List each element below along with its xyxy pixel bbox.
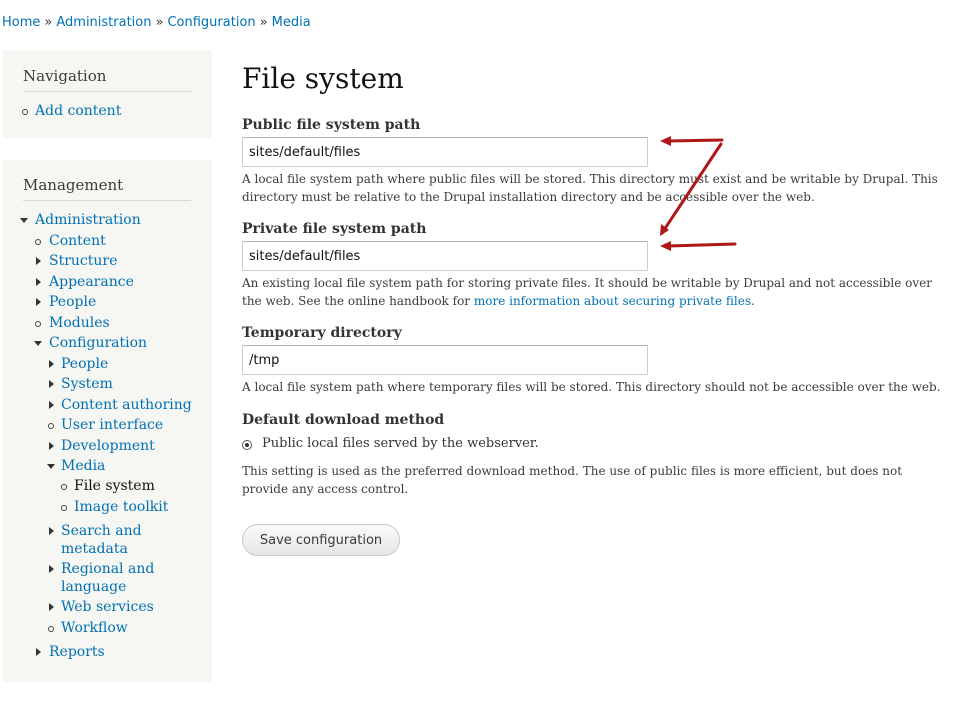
arrowhead-icon [660,241,671,251]
temp-dir-description: A local file system path where temporary… [242,380,941,394]
navigation-title: Navigation [23,50,191,92]
temp-dir-label: Temporary directory [242,325,402,341]
bullet-icon [48,626,54,632]
temp-dir-input[interactable] [242,345,648,375]
menu-item-label[interactable]: Web services [61,597,154,617]
management-block: Management Administration Content Struct… [3,160,212,682]
menu-item-label[interactable]: Reports [49,642,105,662]
menu-item-label[interactable]: Content authoring [61,395,192,415]
menu-item-image-toolkit[interactable]: Image toolkit [3,497,212,517]
breadcrumb-separator: » [44,15,53,30]
menu-item-label[interactable]: User interface [61,415,163,435]
menu-item-label[interactable]: Appearance [49,272,134,292]
public-path-description: A local file system path where public fi… [242,172,938,204]
bullet-icon [48,423,54,429]
breadcrumb-separator: » [259,15,268,30]
menu-item-file-system[interactable]: File system [3,476,212,496]
menu-item-workflow[interactable]: Workflow [3,618,212,638]
menu-item-label[interactable]: People [61,354,108,374]
public-path-input[interactable] [242,137,648,167]
private-path-input[interactable] [242,241,648,271]
arrowhead-icon [660,136,671,146]
breadcrumb-media[interactable]: Media [272,15,311,30]
arrowhead-icon [660,224,669,236]
collapsed-icon [49,442,54,450]
collapsed-icon [49,401,54,409]
menu-item-label-line1[interactable]: Search and [61,521,142,541]
menu-item-label[interactable]: Modules [49,313,110,333]
download-method-label: Default download method [242,412,445,428]
menu-item-media[interactable]: Media [3,456,212,476]
menu-item-label[interactable]: Content [49,231,106,251]
menu-item-administration[interactable]: Administration [3,210,212,230]
breadcrumb-administration[interactable]: Administration [56,15,151,30]
menu-item-people[interactable]: People [3,292,212,312]
menu-item-appearance[interactable]: Appearance [3,272,212,292]
collapsed-icon [36,298,41,306]
menu-item-label[interactable]: Administration [35,210,141,230]
menu-item-configuration[interactable]: Configuration [3,333,212,353]
menu-item-label-line2[interactable]: metadata [61,539,128,559]
collapsed-icon [49,565,54,573]
arrow-to-private-path [666,242,737,248]
bullet-icon [22,109,28,115]
collapsed-icon [36,648,41,656]
bullet-icon [35,239,41,245]
breadcrumb-home[interactable]: Home [2,15,40,30]
menu-item-search-and-metadata[interactable]: Search and metadata [3,521,212,559]
collapsed-icon [36,257,41,265]
menu-item-add-content[interactable]: Add content [3,101,212,121]
navigation-block: Navigation Add content [3,50,212,138]
private-path-description: An existing local file system path for s… [242,274,942,310]
menu-item-structure[interactable]: Structure [3,251,212,271]
menu-item-regional-and-language[interactable]: Regional and language [3,559,212,597]
collapsed-icon [49,360,54,368]
menu-item-label-line1[interactable]: Regional and [61,559,154,579]
menu-item-content-authoring[interactable]: Content authoring [3,395,212,415]
menu-item-label[interactable]: Add content [35,101,121,121]
menu-item-label[interactable]: Development [61,436,155,456]
collapsed-icon [49,527,54,535]
public-path-label: Public file system path [242,117,421,133]
menu-item-config-people[interactable]: People [3,354,212,374]
collapsed-icon [49,380,54,388]
breadcrumb-configuration[interactable]: Configuration [167,15,255,30]
menu-item-label[interactable]: Media [61,456,105,476]
securing-private-files-link[interactable]: more information about securing private … [474,294,751,308]
menu-item-label[interactable]: Structure [49,251,117,271]
menu-item-label[interactable]: System [61,374,113,394]
menu-item-label[interactable]: Configuration [49,333,147,353]
breadcrumb-separator: » [155,15,164,30]
menu-item-label-line2[interactable]: language [61,577,126,597]
arrow-to-public-path [666,138,724,143]
menu-item-web-services[interactable]: Web services [3,597,212,617]
download-method-description: This setting is used as the preferred do… [242,464,903,496]
private-path-label: Private file system path [242,221,427,237]
bullet-icon [61,484,67,490]
menu-item-label[interactable]: Workflow [61,618,128,638]
collapsed-icon [49,603,54,611]
menu-item-label[interactable]: File system [74,476,155,496]
menu-item-reports[interactable]: Reports [3,642,212,662]
public-files-radio-label[interactable]: Public local files served by the webserv… [262,436,539,451]
management-title: Management [23,160,191,201]
bullet-icon [35,321,41,327]
expanded-icon [34,341,42,346]
menu-item-user-interface[interactable]: User interface [3,415,212,435]
save-configuration-button[interactable]: Save configuration [242,524,400,556]
menu-item-modules[interactable]: Modules [3,313,212,333]
menu-item-content[interactable]: Content [3,231,212,251]
expanded-icon [47,464,55,469]
menu-item-system[interactable]: System [3,374,212,394]
menu-item-label[interactable]: People [49,292,96,312]
page-title: File system [242,62,404,95]
bullet-icon [61,505,67,511]
collapsed-icon [36,278,41,286]
private-path-description-end: . [751,294,755,308]
public-files-radio[interactable] [242,440,252,450]
breadcrumb: Home» Administration» Configuration» Media [2,15,311,30]
menu-item-label[interactable]: Image toolkit [74,497,168,517]
menu-item-development[interactable]: Development [3,436,212,456]
expanded-icon [20,218,28,223]
